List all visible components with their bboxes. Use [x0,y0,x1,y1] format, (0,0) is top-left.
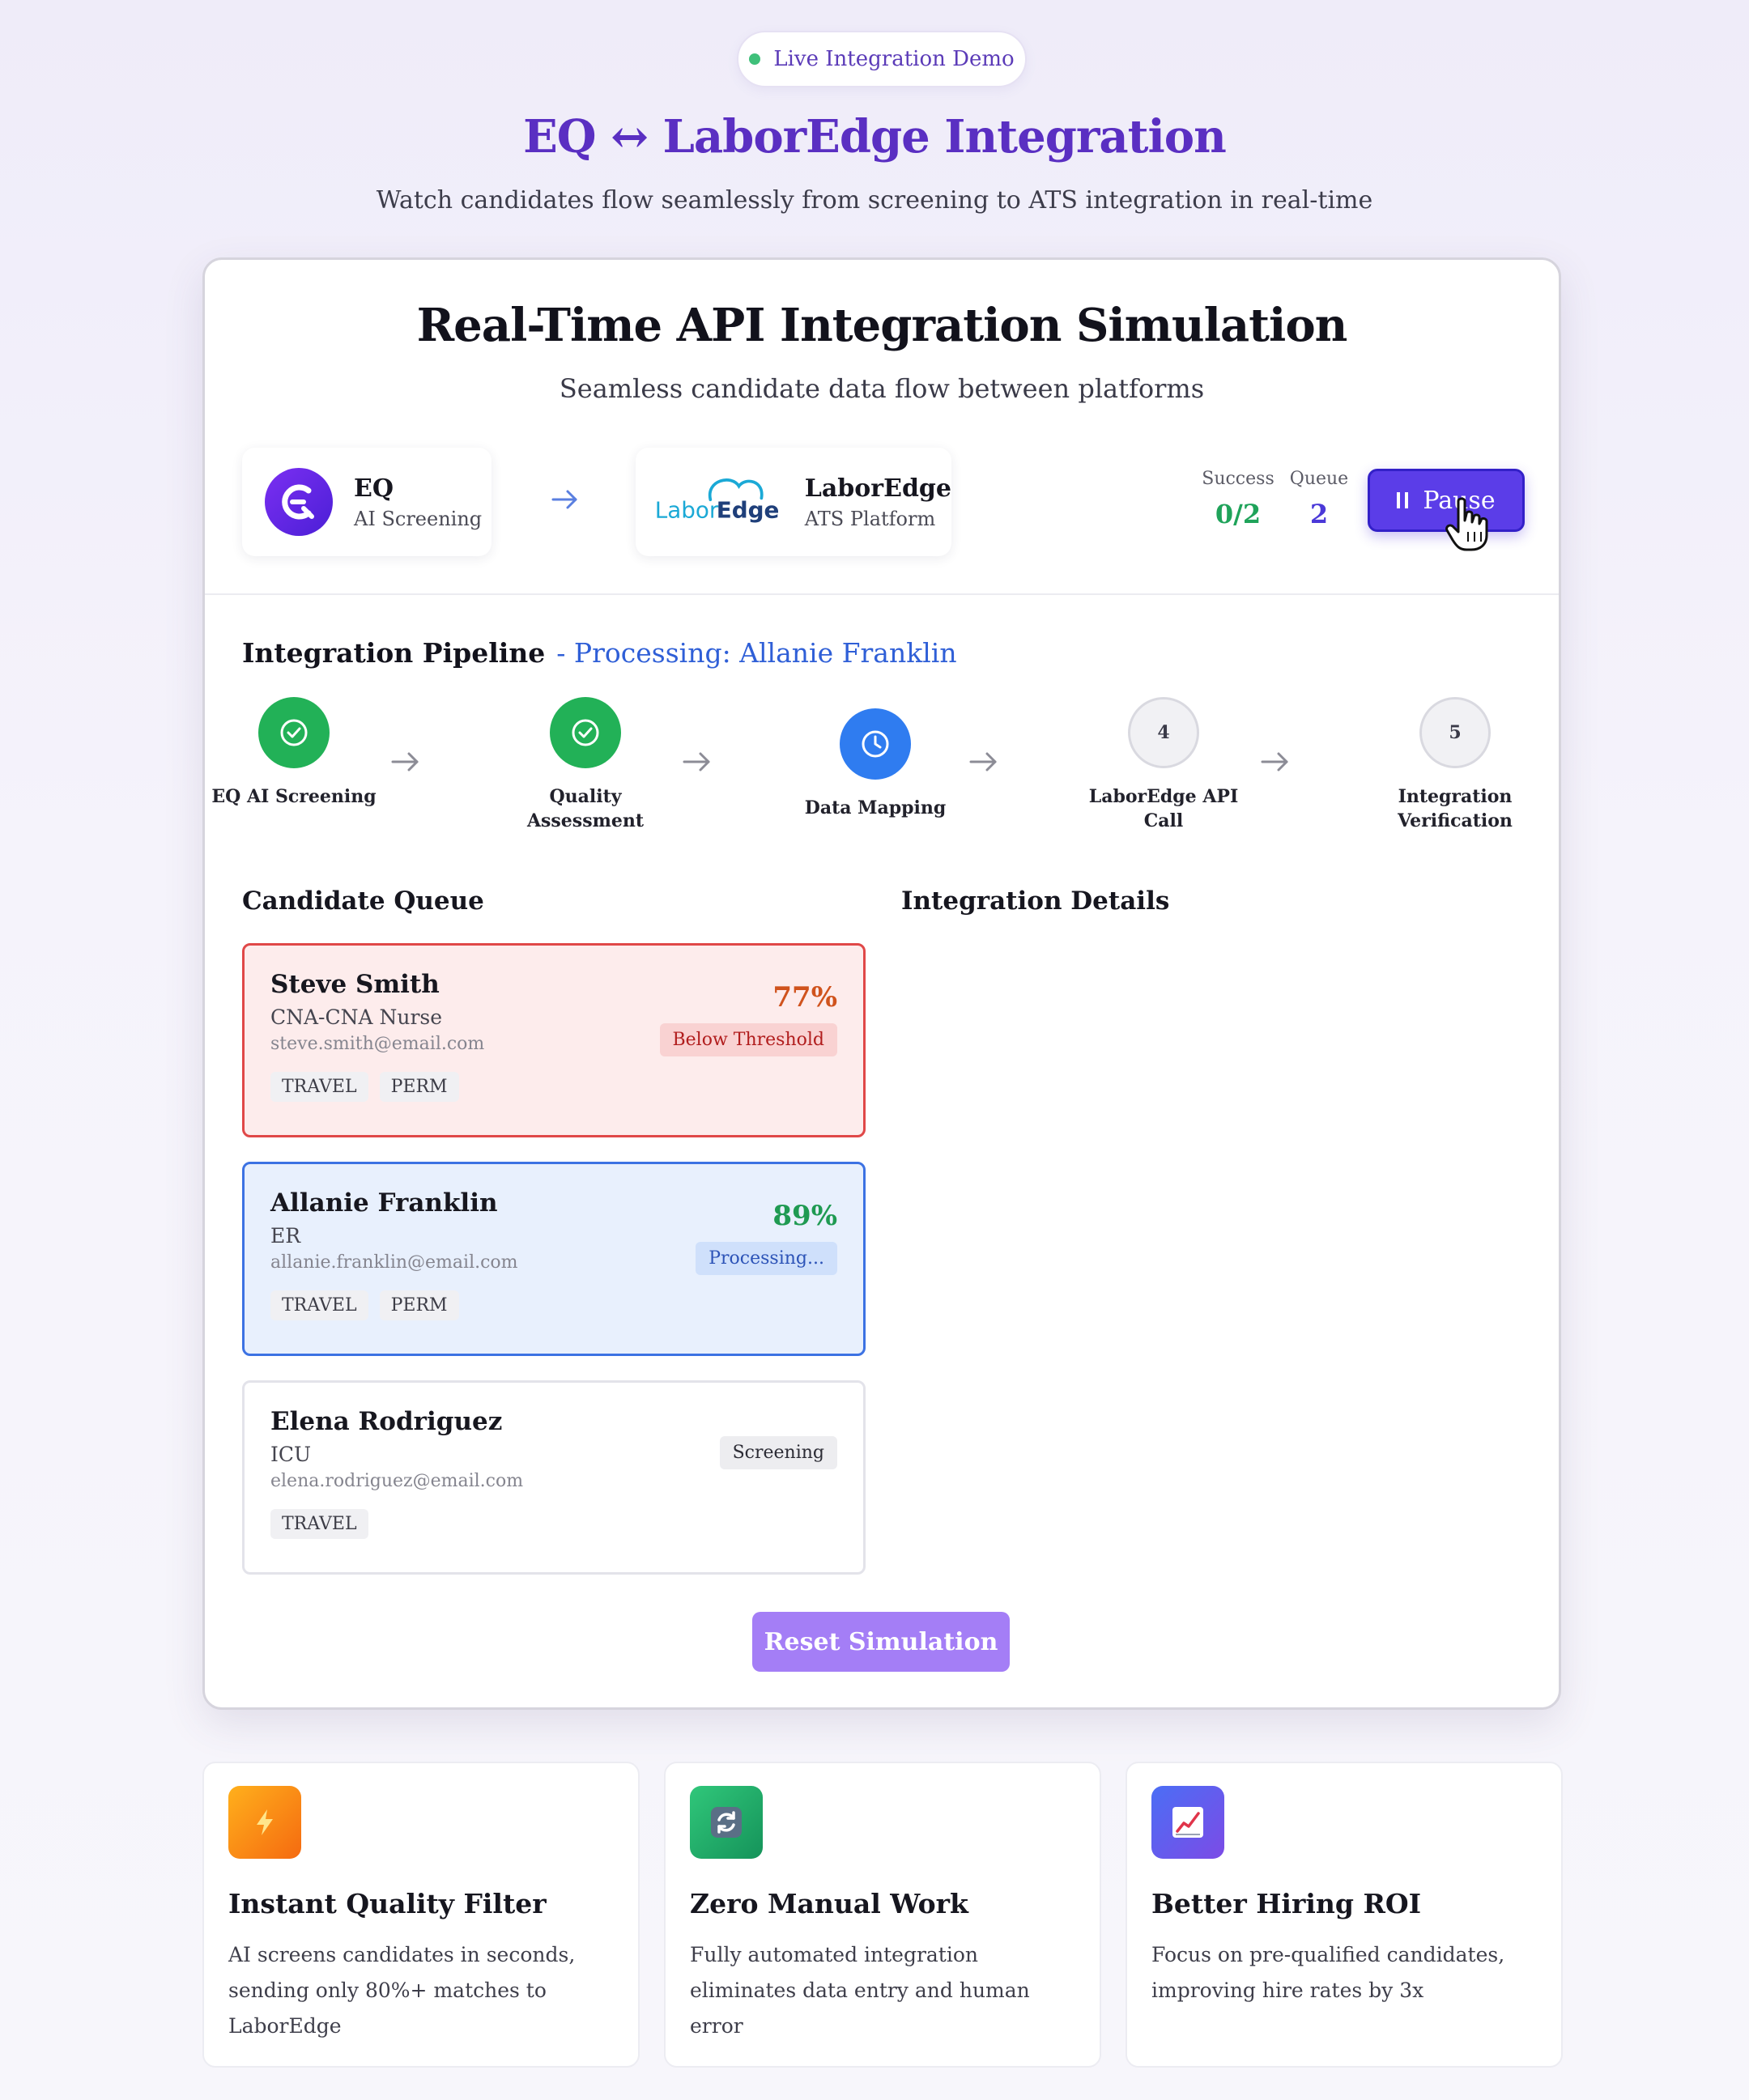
tag-perm: PERM [379,1072,459,1102]
step-number-5: 5 [1419,697,1491,768]
status-badge: Processing... [696,1242,837,1275]
live-status-dot [749,53,761,65]
page-title: EQ ↔ LaborEdge Integration [523,110,1227,164]
simulation-title: Real-Time API Integration Simulation [416,299,1348,352]
tag-perm: PERM [379,1290,459,1320]
feature-card-zero-manual-work: Zero Manual Work Fully automated integra… [664,1762,1101,2068]
candidate-name: Steve Smith [270,970,440,999]
candidate-queue-title: Candidate Queue [242,886,484,916]
candidate-score: 77% [772,981,837,1014]
hand-cursor-icon [1445,497,1488,551]
feature-card-better-roi: Better Hiring ROI Focus on pre-qualified… [1126,1762,1563,2068]
sync-icon [690,1786,763,1859]
card-divider [205,593,1559,595]
pause-icon [1397,492,1409,508]
laboredge-logo-labor: Labor [655,496,719,523]
live-demo-label: Live Integration Demo [773,47,1015,71]
arrow-right-icon [391,752,419,772]
laboredge-platform-role: ATS Platform [804,507,936,530]
laboredge-platform-name: LaborEdge [804,474,951,503]
check-circle-icon [550,697,621,768]
step-label: LaborEdge API Call [1088,786,1239,831]
chart-up-icon [1151,1786,1224,1859]
integration-details-title: Integration Details [901,886,1170,916]
arrow-right-icon [1261,752,1288,772]
arrow-right-icon [969,752,997,772]
status-badge: Screening [719,1436,837,1469]
simulation-card: Real-Time API Integration Simulation Sea… [202,257,1561,1710]
eq-platform-card: EQ AI Screening [242,448,492,556]
success-value: 0/2 [1215,499,1262,529]
flow-arrow-icon [551,490,577,509]
candidate-score: 89% [772,1200,837,1232]
candidate-name: Allanie Franklin [270,1188,498,1218]
pipeline-title: Integration Pipeline [242,637,546,669]
laboredge-logo-icon: Labor Edge [655,478,780,523]
step-label: Quality Assessment [526,786,645,831]
candidate-tags: TRAVEL [270,1509,837,1539]
live-demo-badge: Live Integration Demo [737,31,1027,87]
laboredge-platform-card: Labor Edge LaborEdge ATS Platform [636,448,951,556]
pipeline-step-laboredge-api-call: 4 LaborEdge API Call [1075,697,1253,833]
candidate-card-allanie-franklin[interactable]: Allanie Franklin ER allanie.franklin@ema… [242,1162,866,1356]
feature-title: Better Hiring ROI [1151,1888,1422,1919]
check-circle-icon [258,697,330,768]
pipeline-processing-status: - Processing: Allanie Franklin [556,637,957,669]
status-badge: Below Threshold [659,1023,837,1056]
step-label: EQ AI Screening [211,786,377,807]
eq-logo-icon [265,468,333,536]
reset-simulation-button[interactable]: Reset Simulation [752,1612,1010,1672]
tag-travel: TRAVEL [270,1509,368,1539]
feature-card-quality-filter: Instant Quality Filter AI screens candid… [202,1762,640,2068]
pipeline-step-data-mapping: Data Mapping [786,697,964,820]
simulation-subtitle: Seamless candidate data flow between pla… [559,373,1205,404]
feature-title: Instant Quality Filter [228,1888,547,1919]
arrow-right-icon [683,752,710,772]
tag-travel: TRAVEL [270,1290,368,1320]
laboredge-logo-edge: Edge [717,496,780,523]
feature-title: Zero Manual Work [690,1888,968,1919]
pipeline-step-integration-verification: 5 Integration Verification [1366,697,1544,833]
queue-stat: Queue 2 [1287,469,1351,529]
success-label: Success [1202,469,1275,489]
candidate-card-steve-smith[interactable]: Steve Smith CNA-CNA Nurse steve.smith@em… [242,943,866,1137]
candidate-email: elena.rodriguez@email.com [270,1471,524,1491]
step-label: Data Mapping [804,797,947,818]
candidate-tags: TRAVEL PERM [270,1290,837,1320]
eq-platform-role: AI Screening [354,507,483,530]
queue-value: 2 [1309,499,1329,529]
feature-text: AI screens candidates in seconds, sendin… [228,1943,576,2038]
pipeline-step-eq-screening: EQ AI Screening [205,697,383,809]
feature-text: Fully automated integration eliminates d… [690,1943,1030,2038]
clock-icon [840,708,911,780]
candidate-name: Elena Rodriguez [270,1407,503,1436]
success-stat: Success 0/2 [1201,469,1275,529]
feature-text: Focus on pre-qualified candidates, impro… [1151,1943,1505,2002]
page-subtitle: Watch candidates flow seamlessly from sc… [376,186,1373,215]
lightning-icon [228,1786,301,1859]
step-number-4: 4 [1128,697,1199,768]
pipeline-step-quality-assessment: Quality Assessment [496,697,674,833]
tag-travel: TRAVEL [270,1072,368,1102]
candidate-card-elena-rodriguez[interactable]: Elena Rodriguez ICU elena.rodriguez@emai… [242,1380,866,1575]
pipeline-header: Integration Pipeline - Processing: Allani… [242,637,957,669]
queue-label: Queue [1289,469,1349,489]
candidate-tags: TRAVEL PERM [270,1072,837,1102]
step-label: Integration Verification [1398,786,1513,831]
eq-platform-name: EQ [354,474,394,503]
